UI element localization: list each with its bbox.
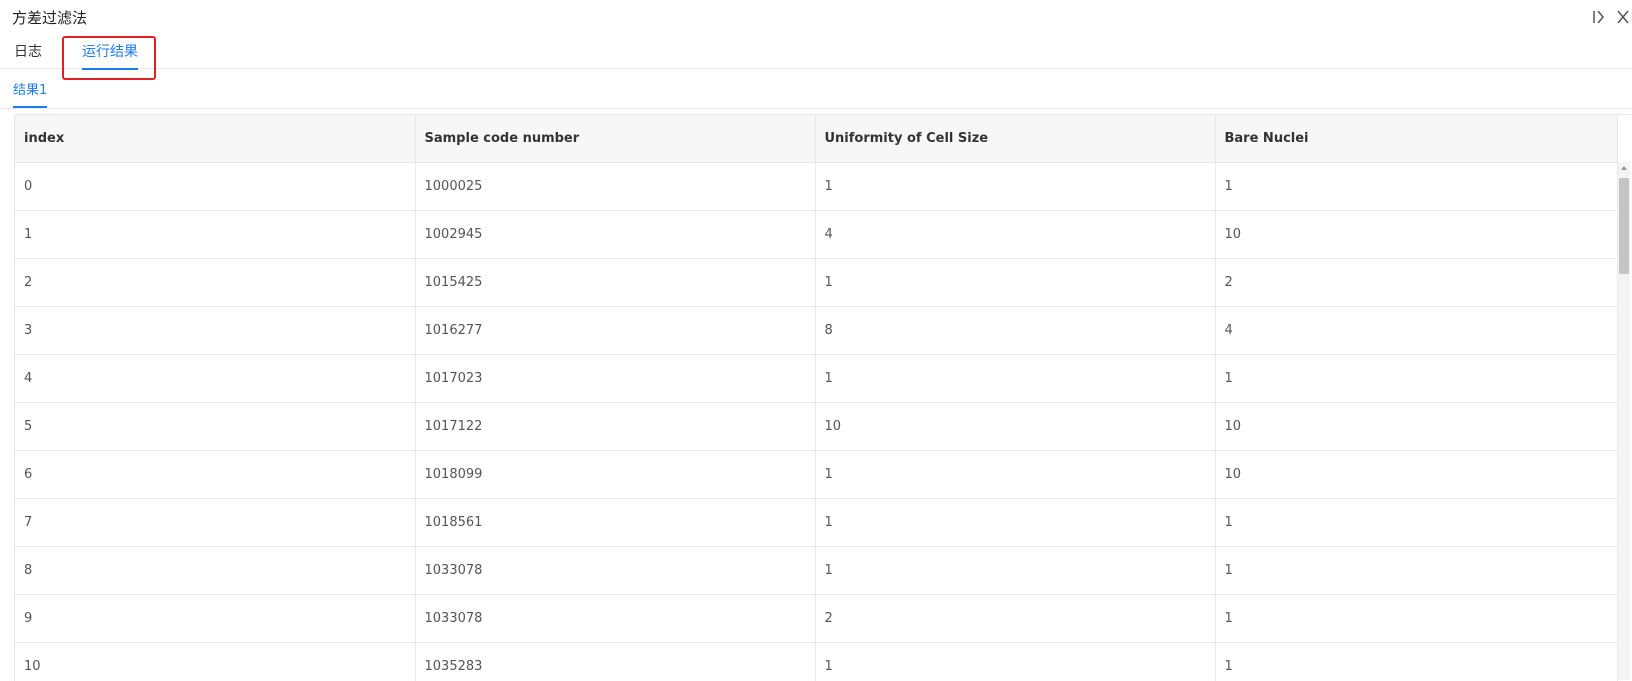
cell-bare-nuclei: 2 xyxy=(1215,259,1617,307)
cell-uniformity-of-cell-size: 4 xyxy=(815,211,1215,259)
column-header-uniformity-of-cell-size[interactable]: Uniformity of Cell Size xyxy=(815,115,1215,163)
cell-sample-code-number: 1015425 xyxy=(415,259,815,307)
cell-bare-nuclei: 1 xyxy=(1215,547,1617,595)
cell-uniformity-of-cell-size: 1 xyxy=(815,355,1215,403)
cell-sample-code-number: 1018561 xyxy=(415,499,815,547)
cell-index: 3 xyxy=(15,307,415,355)
cell-sample-code-number: 1033078 xyxy=(415,547,815,595)
cell-bare-nuclei: 1 xyxy=(1215,499,1617,547)
table-row: 7 1018561 1 1 xyxy=(15,499,1617,547)
cell-index: 9 xyxy=(15,595,415,643)
cell-bare-nuclei: 1 xyxy=(1215,355,1617,403)
cell-sample-code-number: 1002945 xyxy=(415,211,815,259)
window-title: 方差过滤法 xyxy=(12,6,87,30)
cell-bare-nuclei: 1 xyxy=(1215,643,1617,681)
cell-index: 4 xyxy=(15,355,415,403)
cell-index: 7 xyxy=(15,499,415,547)
subtab-result-1[interactable]: 结果1 xyxy=(13,82,47,108)
window-controls xyxy=(1592,8,1632,28)
collapse-panel-icon[interactable] xyxy=(1592,8,1610,28)
cell-bare-nuclei: 1 xyxy=(1215,163,1617,211)
cell-sample-code-number: 1018099 xyxy=(415,451,815,499)
cell-index: 2 xyxy=(15,259,415,307)
cell-index: 10 xyxy=(15,643,415,681)
cell-index: 5 xyxy=(15,403,415,451)
scroll-up-arrow-icon[interactable] xyxy=(1621,166,1627,170)
cell-bare-nuclei: 10 xyxy=(1215,451,1617,499)
cell-sample-code-number: 1016277 xyxy=(415,307,815,355)
annotation-highlight-box xyxy=(62,36,156,80)
cell-bare-nuclei: 10 xyxy=(1215,403,1617,451)
table-row: 2 1015425 1 2 xyxy=(15,259,1617,307)
results-table: index Sample code number Uniformity of C… xyxy=(15,115,1618,681)
cell-uniformity-of-cell-size: 1 xyxy=(815,451,1215,499)
table-row: 9 1033078 2 1 xyxy=(15,595,1617,643)
table-row: 8 1033078 1 1 xyxy=(15,547,1617,595)
cell-uniformity-of-cell-size: 8 xyxy=(815,307,1215,355)
table-row: 4 1017023 1 1 xyxy=(15,355,1617,403)
main-tabs: 日志 运行结果 xyxy=(0,34,1632,69)
cell-uniformity-of-cell-size: 2 xyxy=(815,595,1215,643)
cell-uniformity-of-cell-size: 1 xyxy=(815,163,1215,211)
cell-index: 0 xyxy=(15,163,415,211)
column-header-sample-code-number[interactable]: Sample code number xyxy=(415,115,815,163)
cell-sample-code-number: 1017023 xyxy=(415,355,815,403)
cell-uniformity-of-cell-size: 1 xyxy=(815,259,1215,307)
cell-index: 6 xyxy=(15,451,415,499)
cell-sample-code-number: 1017122 xyxy=(415,403,815,451)
cell-sample-code-number: 1035283 xyxy=(415,643,815,681)
scrollbar-thumb[interactable] xyxy=(1619,178,1629,274)
cell-index: 8 xyxy=(15,547,415,595)
column-header-bare-nuclei[interactable]: Bare Nuclei xyxy=(1215,115,1617,163)
cell-bare-nuclei: 1 xyxy=(1215,595,1617,643)
table-row: 3 1016277 8 4 xyxy=(15,307,1617,355)
vertical-scrollbar[interactable] xyxy=(1618,162,1630,680)
cell-uniformity-of-cell-size: 1 xyxy=(815,499,1215,547)
result-subtabs: 结果1 xyxy=(0,76,1632,109)
results-table-container: index Sample code number Uniformity of C… xyxy=(14,114,1632,681)
tab-log[interactable]: 日志 xyxy=(14,42,42,62)
cell-bare-nuclei: 4 xyxy=(1215,307,1617,355)
column-header-index[interactable]: index xyxy=(15,115,415,163)
cell-uniformity-of-cell-size: 1 xyxy=(815,547,1215,595)
cell-uniformity-of-cell-size: 1 xyxy=(815,643,1215,681)
cell-index: 1 xyxy=(15,211,415,259)
cell-uniformity-of-cell-size: 10 xyxy=(815,403,1215,451)
table-row: 5 1017122 10 10 xyxy=(15,403,1617,451)
cell-bare-nuclei: 10 xyxy=(1215,211,1617,259)
cell-sample-code-number: 1000025 xyxy=(415,163,815,211)
close-icon[interactable] xyxy=(1616,8,1632,28)
table-row: 1 1002945 4 10 xyxy=(15,211,1617,259)
table-row: 10 1035283 1 1 xyxy=(15,643,1617,681)
table-row: 0 1000025 1 1 xyxy=(15,163,1617,211)
cell-sample-code-number: 1033078 xyxy=(415,595,815,643)
table-row: 6 1018099 1 10 xyxy=(15,451,1617,499)
table-header-row: index Sample code number Uniformity of C… xyxy=(15,115,1617,163)
